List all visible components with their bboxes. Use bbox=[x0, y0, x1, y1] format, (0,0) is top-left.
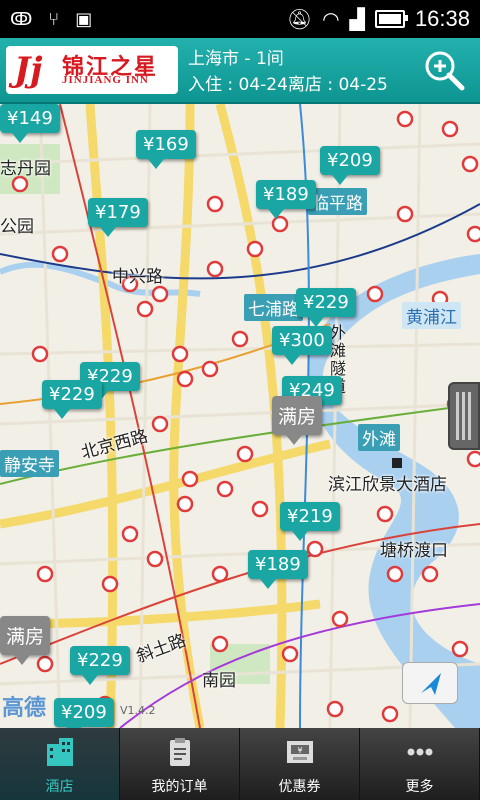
orders-clipboard-icon bbox=[169, 738, 190, 766]
place-label: 志丹园 bbox=[0, 159, 51, 179]
stay-dates: 入住 : 04-24离店 : 04-25 bbox=[188, 75, 388, 95]
map-base bbox=[0, 104, 480, 728]
location-arrow-icon bbox=[421, 673, 441, 695]
image-notification-icon: ▣ bbox=[75, 9, 93, 30]
price-pin[interactable]: ¥209 bbox=[320, 146, 380, 185]
battery-icon bbox=[374, 10, 408, 28]
mute-icon: 🔕︎ bbox=[286, 7, 313, 31]
coupon-icon: ¥ bbox=[286, 741, 313, 763]
place-label: 公园 bbox=[0, 217, 34, 237]
signal-icon: ▟ bbox=[349, 7, 365, 31]
price-pin[interactable]: ¥219 bbox=[280, 502, 340, 541]
version-label: V1.4.2 bbox=[120, 704, 156, 717]
tab-label: 更多 bbox=[405, 779, 434, 795]
price-pin[interactable]: ¥229 bbox=[70, 646, 130, 685]
wifi-icon: ◠ bbox=[322, 7, 340, 31]
city-rooms: 上海市 - 1间 bbox=[188, 49, 284, 69]
svg-text:¥: ¥ bbox=[297, 746, 302, 755]
drawer-handle[interactable] bbox=[448, 382, 480, 450]
hotel-location-marker bbox=[392, 458, 402, 468]
jinjiang-logo[interactable]: Jj 锦江之星 JINJIANG INN bbox=[6, 46, 178, 94]
place-label: 塘桥渡口 bbox=[380, 541, 448, 561]
hotel-building-icon bbox=[46, 738, 73, 766]
map-view[interactable]: 志丹园 公园 中兴路 北京西路 静安寺 斜土路 南园 滨江欣景大酒店 塘桥渡口 … bbox=[0, 104, 480, 728]
amap-watermark: 高德 bbox=[2, 696, 47, 721]
status-left-icons: ↂ ⑂ ▣ bbox=[10, 9, 92, 30]
bottom-nav: 酒店 我的订单 ¥ 优惠券 更多 bbox=[0, 728, 480, 800]
price-pin[interactable]: ¥189 bbox=[256, 180, 316, 219]
locate-button[interactable] bbox=[402, 662, 458, 704]
full-pin[interactable]: 满房 bbox=[272, 396, 323, 445]
price-pin[interactable]: ¥209 bbox=[54, 698, 114, 728]
price-pin[interactable]: ¥229 bbox=[296, 288, 356, 327]
place-label: 静安寺 bbox=[0, 450, 59, 477]
price-pin[interactable]: ¥229 bbox=[42, 380, 102, 419]
logo-text-en: JINJIANG INN bbox=[62, 74, 149, 86]
hotel-name-label: 滨江欣景大酒店 bbox=[328, 475, 447, 495]
price-pin[interactable]: ¥189 bbox=[248, 550, 308, 589]
status-time: 16:38 bbox=[414, 6, 470, 31]
tab-label: 酒店 bbox=[45, 779, 74, 795]
tab-more[interactable]: 更多 bbox=[360, 728, 480, 800]
place-label: 中兴路 bbox=[112, 267, 163, 287]
road-badge: 临平路 bbox=[308, 188, 367, 215]
road-badge: 外滩 bbox=[358, 424, 400, 451]
status-bar: ↂ ⑂ ▣ 🔕︎ ◠ ▟ 16:38 bbox=[0, 0, 480, 38]
road-badge: 七浦路 bbox=[244, 294, 303, 321]
app-header: Jj 锦江之星 JINJIANG INN 上海市 - 1间 入住 : 04-24… bbox=[0, 38, 480, 104]
price-pin[interactable]: ¥300 bbox=[272, 326, 332, 365]
place-label: 南园 bbox=[202, 671, 236, 691]
tab-label: 优惠券 bbox=[278, 779, 321, 795]
price-pin[interactable]: ¥179 bbox=[88, 198, 148, 237]
tab-my-orders[interactable]: 我的订单 bbox=[120, 728, 240, 800]
usb-icon: ⑂ bbox=[48, 9, 60, 30]
tab-coupons[interactable]: ¥ 优惠券 bbox=[240, 728, 360, 800]
price-pin[interactable]: ¥169 bbox=[136, 130, 196, 169]
booking-summary[interactable]: 上海市 - 1间 入住 : 04-24离店 : 04-25 bbox=[188, 46, 388, 98]
nfc-icon: ↂ bbox=[10, 9, 33, 30]
full-pin[interactable]: 满房 bbox=[0, 616, 51, 665]
status-right-icons: 🔕︎ ◠ ▟ 16:38 bbox=[287, 6, 470, 32]
logo-mark-icon: Jj bbox=[14, 50, 43, 90]
tab-hotel[interactable]: 酒店 bbox=[0, 728, 120, 800]
road-badge: 黄浦江 bbox=[402, 302, 461, 329]
zoom-search-icon[interactable] bbox=[422, 48, 466, 92]
tab-label: 我的订单 bbox=[151, 779, 208, 795]
price-pin[interactable]: ¥149 bbox=[0, 104, 60, 143]
more-dots-icon bbox=[407, 748, 432, 756]
